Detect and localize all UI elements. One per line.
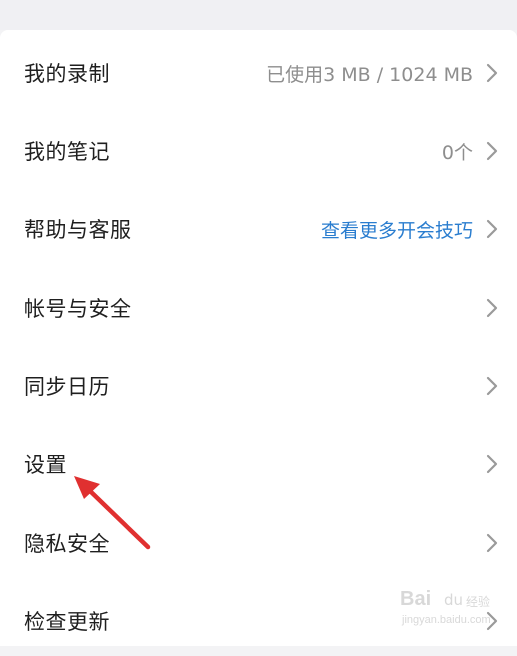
menu-item-account-security[interactable]: 帐号与安全: [0, 273, 517, 343]
storage-usage-value: 已使用3 MB / 1024 MB: [266, 63, 473, 86]
watermark-url: jingyan.baidu.com: [402, 614, 491, 626]
menu-item-settings[interactable]: 设置: [0, 429, 517, 499]
chevron-right-icon: [483, 62, 501, 84]
menu-item-privacy-security[interactable]: 隐私安全: [0, 508, 517, 578]
menu-item-label: 同步日历: [24, 375, 110, 399]
watermark-brand: Bai: [400, 588, 432, 610]
top-strip: [0, 0, 517, 30]
menu-item-label: 设置: [24, 453, 67, 477]
menu-item-my-notes[interactable]: 我的笔记 0个: [0, 116, 517, 186]
menu-item-label: 我的录制: [24, 62, 110, 86]
watermark-paw: du: [444, 591, 464, 609]
chevron-right-icon: [483, 140, 501, 162]
menu-item-label: 我的笔记: [24, 140, 110, 164]
menu-item-label: 检查更新: [24, 610, 110, 634]
menu-item-my-recordings[interactable]: 我的录制 已使用3 MB / 1024 MB: [0, 38, 517, 108]
settings-menu: 我的录制 已使用3 MB / 1024 MB 我的笔记 0个 帮助与客服 查看更…: [0, 30, 517, 646]
menu-item-label: 隐私安全: [24, 532, 110, 556]
menu-item-help-support[interactable]: 帮助与客服 查看更多开会技巧: [0, 194, 517, 264]
chevron-right-icon: [483, 532, 501, 554]
menu-item-label: 帐号与安全: [24, 297, 132, 321]
menu-item-sync-calendar[interactable]: 同步日历: [0, 351, 517, 421]
chevron-right-icon: [483, 375, 501, 397]
menu-item-label: 帮助与客服: [24, 218, 132, 242]
notes-count-value: 0个: [441, 141, 473, 164]
chevron-right-icon: [483, 453, 501, 475]
baidu-jingyan-watermark: Bai du 经验 jingyan.baidu.com: [400, 588, 508, 638]
watermark-sub: 经验: [466, 595, 491, 609]
chevron-right-icon: [483, 218, 501, 240]
chevron-right-icon: [483, 297, 501, 319]
meeting-tips-link[interactable]: 查看更多开会技巧: [321, 216, 473, 243]
